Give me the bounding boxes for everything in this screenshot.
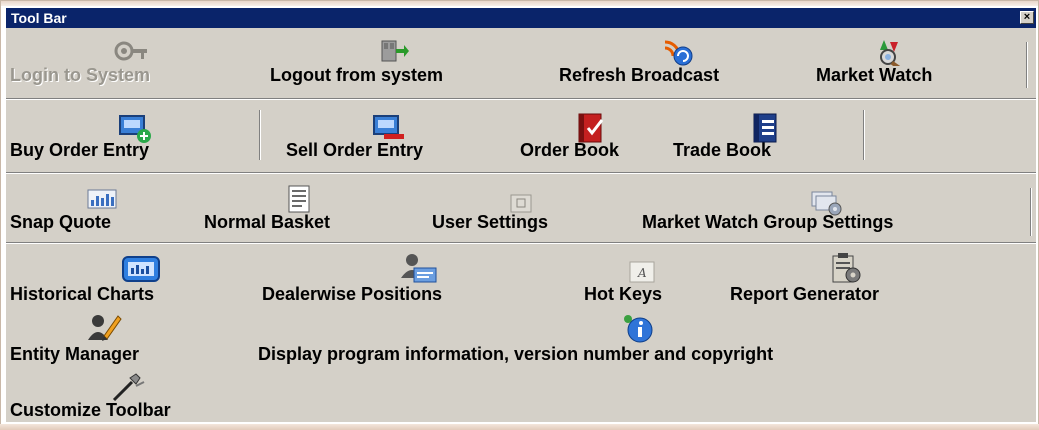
market-watch-button[interactable]: Market Watch xyxy=(816,36,1016,88)
snap-quote-button[interactable]: Snap Quote xyxy=(10,184,170,240)
hot-keys-label: Hot Keys xyxy=(584,284,663,304)
logout-label: Logout from system xyxy=(270,65,444,85)
hot-keys-button[interactable]: A Hot Keys xyxy=(584,252,714,306)
normal-basket-button[interactable]: Normal Basket xyxy=(204,184,414,240)
login-label: Login to System xyxy=(10,65,151,85)
display-program-information-label: Display program information, version num… xyxy=(258,344,774,364)
bottom-border xyxy=(0,424,1039,430)
order-book-button[interactable]: Order Book xyxy=(520,110,665,168)
display-program-information-button[interactable]: Display program information, version num… xyxy=(258,312,1036,368)
trade-book-label: Trade Book xyxy=(673,140,772,160)
svg-text:A: A xyxy=(637,266,647,280)
normal-basket-label: Normal Basket xyxy=(204,212,331,232)
historical-charts-label: Historical Charts xyxy=(10,284,155,304)
login-button[interactable]: Login to System xyxy=(10,36,242,88)
logout-door-icon xyxy=(380,39,410,68)
market-watch-label: Market Watch xyxy=(816,65,933,85)
report-generator-button[interactable]: Report Generator xyxy=(730,252,960,306)
market-watch-group-settings-button[interactable]: Market Watch Group Settings xyxy=(642,184,1022,240)
separator xyxy=(1026,42,1028,88)
row-separator xyxy=(6,242,1036,244)
separator xyxy=(1030,188,1032,236)
customize-toolbar-label: Customize Toolbar xyxy=(10,400,171,420)
refresh-broadcast-button[interactable]: Refresh Broadcast xyxy=(559,36,809,88)
user-settings-label: User Settings xyxy=(432,212,549,232)
buy-order-entry-label: Buy Order Entry xyxy=(10,140,150,160)
window-title: Tool Bar xyxy=(11,10,67,26)
buy-order-entry-button[interactable]: Buy Order Entry xyxy=(10,110,250,168)
refresh-broadcast-label: Refresh Broadcast xyxy=(559,65,720,85)
title-bar: Tool Bar × xyxy=(6,8,1036,28)
trade-book-button[interactable]: Trade Book xyxy=(673,110,853,168)
entity-manager-button[interactable]: Entity Manager xyxy=(10,312,230,368)
separator xyxy=(863,110,865,160)
logout-button[interactable]: Logout from system xyxy=(268,36,543,88)
report-generator-label: Report Generator xyxy=(730,284,880,304)
row-separator xyxy=(6,98,1036,100)
order-book-label: Order Book xyxy=(520,140,620,160)
toolbar-panel: Login to System Logout from system Refre… xyxy=(6,28,1036,422)
snap-quote-label: Snap Quote xyxy=(10,212,112,232)
customize-toolbar-button[interactable]: Customize Toolbar xyxy=(10,372,260,422)
sell-order-entry-button[interactable]: Sell Order Entry xyxy=(278,110,508,168)
market-watch-group-settings-label: Market Watch Group Settings xyxy=(642,212,894,232)
dealerwise-positions-button[interactable]: Dealerwise Positions xyxy=(262,252,572,306)
separator xyxy=(259,110,261,160)
row-separator xyxy=(6,172,1036,174)
sell-order-entry-label: Sell Order Entry xyxy=(286,140,424,160)
close-button[interactable]: × xyxy=(1020,11,1034,24)
historical-charts-button[interactable]: Historical Charts xyxy=(10,252,242,306)
user-settings-button[interactable]: User Settings xyxy=(432,184,632,240)
dealerwise-positions-label: Dealerwise Positions xyxy=(262,284,443,304)
entity-manager-label: Entity Manager xyxy=(10,344,140,364)
